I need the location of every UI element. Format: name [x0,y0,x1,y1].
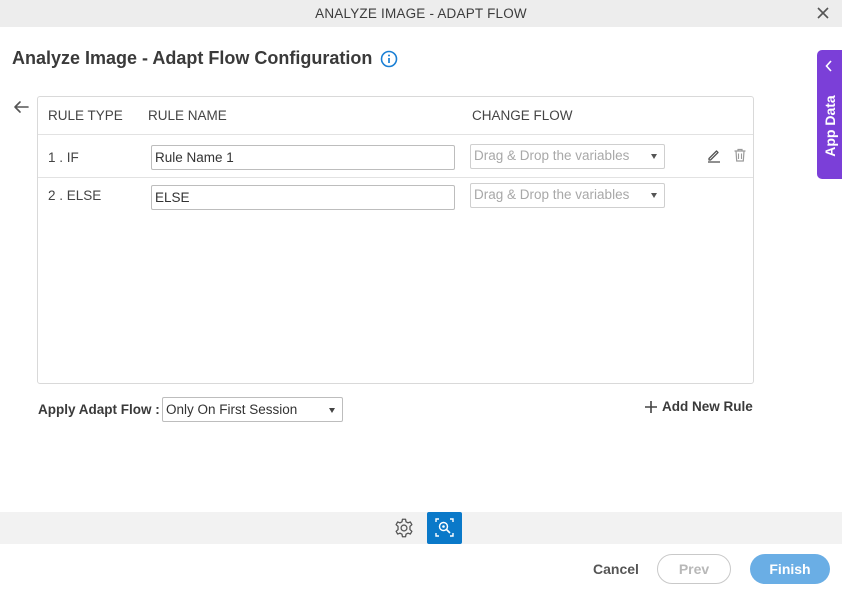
caret-down-icon [651,154,657,159]
window-titlebar: ANALYZE IMAGE - ADAPT FLOW [0,0,842,27]
column-header-rule-type: RULE TYPE [48,108,123,123]
prev-button[interactable]: Prev [657,554,731,584]
apply-adapt-flow-value: Only On First Session [166,402,298,417]
window-title: ANALYZE IMAGE - ADAPT FLOW [315,6,527,21]
app-data-label: App Data [821,95,838,157]
cancel-button[interactable]: Cancel [593,561,639,577]
back-arrow-icon[interactable] [12,98,30,116]
rules-table: RULE TYPE RULE NAME CHANGE FLOW 1 . IF D… [37,96,754,384]
change-flow-dropdown[interactable]: Drag & Drop the variables [470,183,665,208]
plus-icon [645,400,657,413]
page-title: Analyze Image - Adapt Flow Configuration [12,48,373,68]
apply-adapt-flow-label: Apply Adapt Flow : [38,402,160,417]
add-new-rule-label: Add New Rule [662,399,753,414]
change-flow-dropdown[interactable]: Drag & Drop the variables [470,144,665,169]
change-flow-placeholder: Drag & Drop the variables [474,148,630,163]
gear-icon[interactable] [393,517,415,539]
column-header-change-flow: CHANGE FLOW [472,108,573,123]
info-icon[interactable] [380,50,398,68]
app-data-panel-tab[interactable]: App Data [817,50,842,179]
analyze-image-button[interactable] [427,512,462,544]
chevron-left-icon [825,60,832,72]
finish-button[interactable]: Finish [750,554,830,584]
rule-type-cell: 1 . IF [48,150,79,165]
change-flow-placeholder: Drag & Drop the variables [474,187,630,202]
caret-down-icon [651,193,657,198]
table-row: 2 . ELSE Drag & Drop the variables [38,178,753,221]
rule-name-input[interactable] [151,185,455,210]
apply-adapt-flow-dropdown[interactable]: Only On First Session [162,397,343,422]
rule-name-input[interactable] [151,145,455,170]
edit-icon[interactable] [706,147,722,163]
column-header-rule-name: RULE NAME [148,108,227,123]
bottom-toolbar [0,512,842,544]
analyze-image-icon [435,518,454,537]
table-row: 1 . IF Drag & Drop the variables [38,135,753,178]
add-new-rule-button[interactable]: Add New Rule [644,399,753,414]
page-heading: Analyze Image - Adapt Flow Configuration [12,48,398,69]
close-icon[interactable] [814,4,832,22]
rule-type-cell: 2 . ELSE [48,188,102,203]
rules-table-header: RULE TYPE RULE NAME CHANGE FLOW [38,97,753,135]
caret-down-icon [329,408,335,413]
trash-icon[interactable] [732,147,748,163]
